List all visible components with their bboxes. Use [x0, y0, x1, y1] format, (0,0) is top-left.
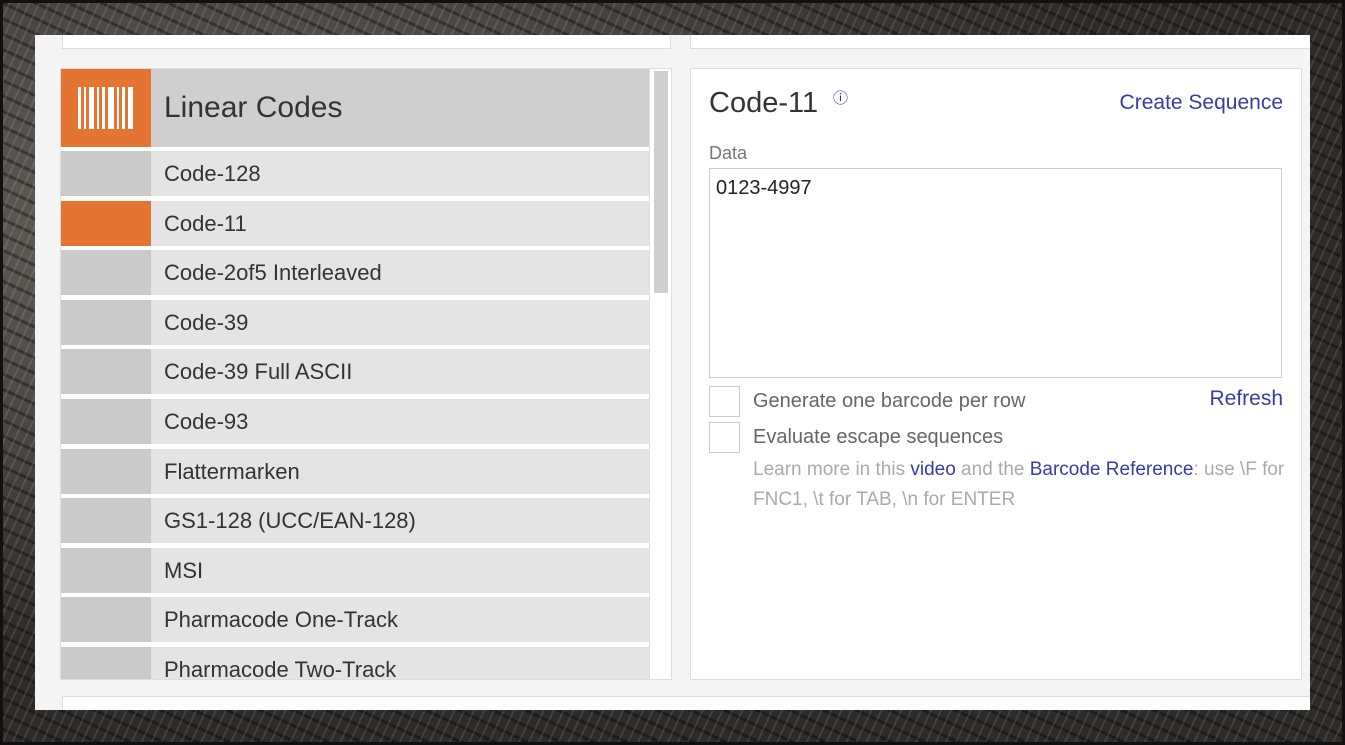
item-swatch — [61, 299, 151, 345]
refresh-link[interactable]: Refresh — [1209, 387, 1283, 411]
item-label: Code-93 — [164, 408, 249, 434]
create-sequence-link[interactable]: Create Sequence — [1120, 91, 1283, 115]
item-swatch — [61, 250, 151, 296]
item-swatch — [61, 448, 151, 494]
barcode-reference-link[interactable]: Barcode Reference — [1030, 459, 1194, 480]
barcode-type-item[interactable]: Code-11 — [61, 200, 649, 246]
barcode-type-item[interactable]: Pharmacode Two-Track — [61, 646, 649, 680]
escape-help-text: Learn more in this video and the Barcode… — [753, 455, 1293, 515]
item-label: Pharmacode One-Track — [164, 607, 398, 633]
barcode-type-item[interactable]: Code-39 — [61, 299, 649, 345]
item-swatch — [61, 151, 151, 196]
per-row-label: Generate one barcode per row — [753, 390, 1026, 412]
category-title: Linear Codes — [164, 91, 343, 124]
item-label: Pharmacode Two-Track — [164, 656, 397, 680]
barcode-settings-card: Code-11 ⓘ Create Sequence Data 0123-4997… — [690, 68, 1302, 680]
list-content: Linear Codes Code-128 Code-11 Code-2of5 In… — [61, 69, 649, 680]
info-icon[interactable]: ⓘ — [833, 87, 848, 108]
escape-sequences-checkbox[interactable] — [709, 422, 740, 453]
item-swatch — [61, 349, 151, 395]
barcode-title: Code-11 — [709, 87, 819, 119]
scrollbar-thumb[interactable] — [654, 71, 668, 293]
data-textarea[interactable]: 0123-4997 — [709, 168, 1282, 378]
top-strip-left — [62, 35, 671, 49]
video-link[interactable]: video — [910, 459, 955, 480]
help-prefix: Learn more in this — [753, 459, 911, 480]
barcode-type-item[interactable]: Pharmacode One-Track — [61, 597, 649, 643]
barcode-type-item[interactable]: Code-39 Full ASCII — [61, 349, 649, 395]
per-row-checkbox[interactable] — [709, 386, 740, 417]
item-swatch — [61, 646, 151, 679]
barcode-type-list: Linear Codes Code-128 Code-11 Code-2of5 In… — [60, 68, 672, 680]
barcode-type-item[interactable]: Flattermarken — [61, 448, 649, 494]
barcode-icon — [61, 69, 151, 147]
bottom-strip — [62, 696, 1310, 710]
item-swatch — [61, 597, 151, 643]
escape-sequences-label: Evaluate escape sequences — [753, 426, 1004, 448]
item-label: MSI — [164, 557, 204, 583]
item-label: Flattermarken — [164, 458, 300, 484]
barcode-type-item[interactable]: Code-93 — [61, 398, 649, 444]
item-label: Code-2of5 Interleaved — [164, 260, 382, 286]
main-panel: Linear Codes Code-128 Code-11 Code-2of5 In… — [35, 35, 1310, 710]
item-label: Code-128 — [164, 161, 261, 186]
item-label: GS1-128 (UCC/EAN-128) — [164, 508, 416, 534]
barcode-type-item[interactable]: Code-128 — [61, 151, 649, 196]
barcode-type-item[interactable]: GS1-128 (UCC/EAN-128) — [61, 498, 649, 544]
data-label: Data — [709, 143, 748, 163]
barcode-type-item[interactable]: Code-2of5 Interleaved — [61, 250, 649, 296]
list-scrollbar[interactable] — [649, 69, 671, 679]
item-label: Code-39 — [164, 309, 249, 335]
help-middle: and the — [955, 459, 1030, 480]
item-swatch — [61, 200, 151, 246]
top-strip-right — [690, 35, 1310, 49]
item-swatch — [61, 498, 151, 544]
item-swatch — [61, 398, 151, 444]
category-header[interactable]: Linear Codes — [61, 69, 649, 147]
item-label: Code-11 — [164, 210, 247, 236]
item-label: Code-39 Full ASCII — [164, 359, 353, 385]
barcode-type-item[interactable]: MSI — [61, 547, 649, 593]
item-swatch — [61, 547, 151, 593]
